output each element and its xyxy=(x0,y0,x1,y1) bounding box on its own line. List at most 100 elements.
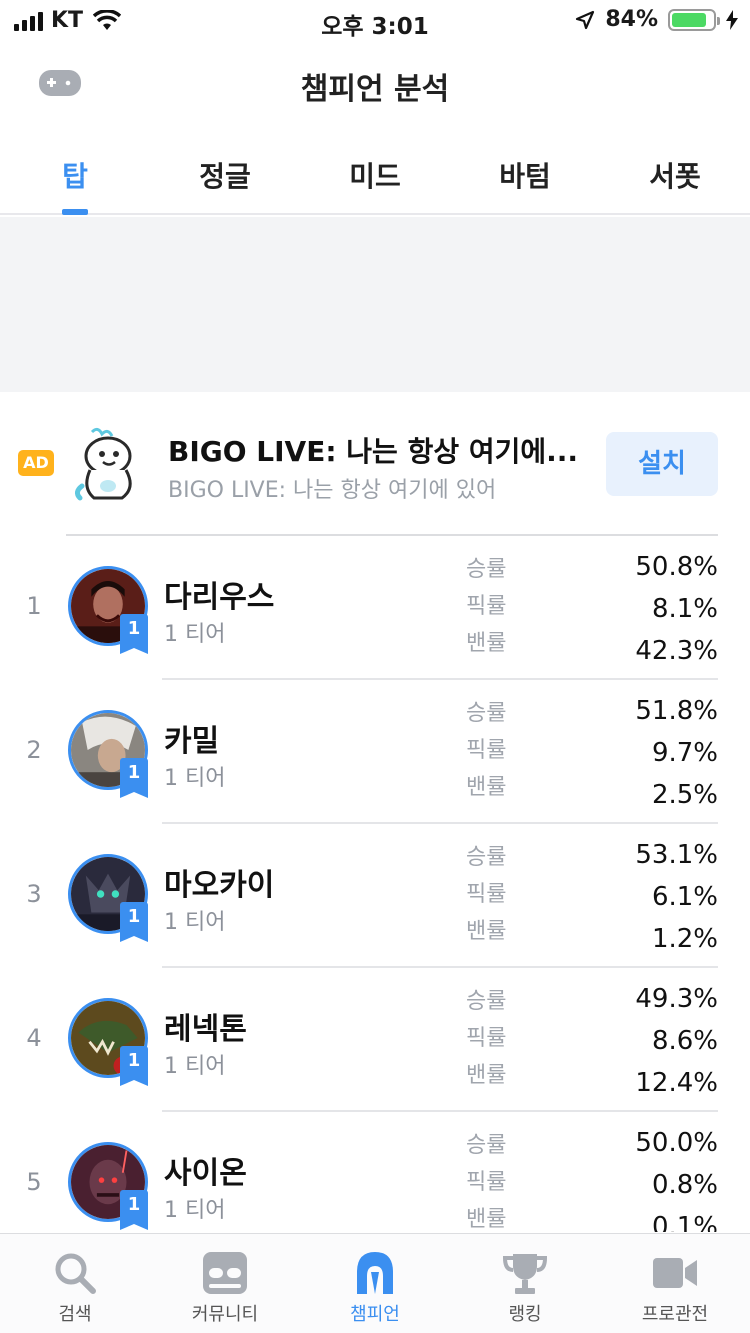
champion-tier: 1 티어 xyxy=(164,910,226,935)
stat-labels: 승률 픽률 밴률 xyxy=(466,558,536,669)
ban-rate-label: 밴률 xyxy=(466,631,507,656)
nav-community[interactable]: 커뮤니티 xyxy=(150,1234,300,1333)
pick-rate-value: 0.8% xyxy=(651,1170,718,1200)
nav-champion[interactable]: 챔피언 xyxy=(300,1234,450,1333)
banner-placeholder xyxy=(0,217,750,392)
nav-label: 랭킹 xyxy=(508,1304,542,1325)
tier-badge: 1 xyxy=(120,1046,148,1086)
champion-list: 1 1 다리우스 1 티어 승률 픽률 밴률 50.8% 8.1% 42.3% … xyxy=(0,536,750,1232)
tab-mid[interactable]: 미드 xyxy=(300,135,450,213)
champion-helmet-icon xyxy=(357,1252,393,1294)
ad-subtitle: BIGO LIVE: 나는 항상 여기에 있어 xyxy=(168,478,497,503)
pick-rate-label: 픽률 xyxy=(466,1026,507,1051)
pick-rate-value: 8.1% xyxy=(651,594,718,624)
pick-rate-value: 9.7% xyxy=(651,738,718,768)
champion-row[interactable]: 5 1 사이온 1 티어 승률 픽률 밴률 50.0% 0.8% 0.1% xyxy=(0,1112,750,1232)
ban-rate-label: 밴률 xyxy=(466,775,507,800)
community-mask-icon xyxy=(203,1252,247,1294)
trophy-icon xyxy=(502,1254,548,1294)
tab-top[interactable]: 탑 xyxy=(0,135,150,215)
win-rate-value: 53.1% xyxy=(635,840,718,870)
champion-row[interactable]: 4 1 레넥톤 1 티어 승률 픽률 밴률 49.3% 8.6% 12.4% xyxy=(0,968,750,1112)
stat-values: 51.8% 9.7% 2.5% xyxy=(578,696,718,822)
pick-rate-label: 픽률 xyxy=(466,594,507,619)
champion-tier: 1 티어 xyxy=(164,1054,226,1079)
position-tabs: 탑 정글 미드 바텀 서폿 xyxy=(0,135,750,215)
win-rate-label: 승률 xyxy=(466,1133,507,1158)
header: 챔피언 분석 xyxy=(0,40,750,130)
champion-name: 카밀 xyxy=(164,724,220,759)
champion-rank: 2 xyxy=(26,736,42,764)
battery-percent: 84% xyxy=(605,7,658,32)
nav-label: 커뮤니티 xyxy=(191,1304,259,1325)
champion-row[interactable]: 2 1 카밀 1 티어 승률 픽률 밴률 51.8% 9.7% 2.5% xyxy=(0,680,750,824)
stat-values: 53.1% 6.1% 1.2% xyxy=(578,840,718,966)
win-rate-value: 50.8% xyxy=(635,552,718,582)
ad-badge: AD xyxy=(18,450,54,476)
pick-rate-value: 6.1% xyxy=(651,882,718,912)
status-bar: KT 오후 3:01 84% xyxy=(0,0,750,40)
nav-search[interactable]: 검색 xyxy=(0,1234,150,1333)
champion-row[interactable]: 3 1 마오카이 1 티어 승률 픽률 밴률 53.1% 6.1% 1.2% xyxy=(0,824,750,968)
champion-name: 레넥톤 xyxy=(164,1012,247,1047)
pick-rate-label: 픽률 xyxy=(466,1170,507,1195)
champion-rank: 1 xyxy=(26,592,42,620)
ban-rate-value: 12.4% xyxy=(635,1068,718,1098)
tier-badge: 1 xyxy=(120,902,148,942)
champion-rank: 3 xyxy=(26,880,42,908)
tier-badge: 1 xyxy=(120,614,148,654)
bigo-mascot-icon xyxy=(74,427,132,501)
pick-rate-label: 픽률 xyxy=(466,882,507,907)
stat-labels: 승률 픽률 밴률 xyxy=(466,846,536,957)
win-rate-label: 승률 xyxy=(466,989,507,1014)
install-button[interactable]: 설치 xyxy=(606,432,718,496)
video-camera-icon xyxy=(653,1258,697,1288)
page-title: 챔피언 분석 xyxy=(300,72,450,107)
champion-tier: 1 티어 xyxy=(164,1198,226,1223)
champion-tier: 1 티어 xyxy=(164,766,226,791)
champion-name: 마오카이 xyxy=(164,868,275,903)
location-arrow-icon xyxy=(576,10,595,29)
stat-values: 50.0% 0.8% 0.1% xyxy=(578,1128,718,1232)
win-rate-value: 49.3% xyxy=(635,984,718,1014)
ad-row[interactable]: AD BIGO LIVE: 나는 항상 여기에... BIGO LIVE: 나는… xyxy=(0,392,750,534)
stat-labels: 승률 픽률 밴률 xyxy=(466,702,536,813)
win-rate-label: 승률 xyxy=(466,557,507,582)
pick-rate-value: 8.6% xyxy=(651,1026,718,1056)
champion-name: 사이온 xyxy=(164,1156,247,1191)
search-icon xyxy=(55,1253,96,1294)
ban-rate-label: 밴률 xyxy=(466,1063,507,1088)
ban-rate-label: 밴률 xyxy=(466,1207,507,1232)
ban-rate-value: 0.1% xyxy=(651,1212,718,1232)
win-rate-label: 승률 xyxy=(466,701,507,726)
champion-name: 다리우스 xyxy=(164,580,275,615)
champion-tier: 1 티어 xyxy=(164,622,226,647)
pick-rate-label: 픽률 xyxy=(466,738,507,763)
bottom-nav: 검색 커뮤니티 챔피언 랭킹 프로관전 xyxy=(0,1233,750,1333)
tier-badge: 1 xyxy=(120,758,148,798)
champion-rank: 4 xyxy=(26,1024,42,1052)
ban-rate-label: 밴률 xyxy=(466,919,507,944)
champion-rank: 5 xyxy=(26,1168,42,1196)
ban-rate-value: 42.3% xyxy=(635,636,718,666)
win-rate-label: 승률 xyxy=(466,845,507,870)
stat-values: 50.8% 8.1% 42.3% xyxy=(578,552,718,678)
ad-title: BIGO LIVE: 나는 항상 여기에... xyxy=(168,435,579,468)
nav-ranking[interactable]: 랭킹 xyxy=(450,1234,600,1333)
win-rate-value: 51.8% xyxy=(635,696,718,726)
tab-bottom[interactable]: 바텀 xyxy=(450,135,600,213)
nav-pro-watch[interactable]: 프로관전 xyxy=(600,1234,750,1333)
stat-labels: 승률 픽률 밴률 xyxy=(466,1134,536,1232)
champion-row[interactable]: 1 1 다리우스 1 티어 승률 픽률 밴률 50.8% 8.1% 42.3% xyxy=(0,536,750,680)
tier-badge: 1 xyxy=(120,1190,148,1230)
charging-bolt-icon xyxy=(726,9,738,30)
status-right: 84% xyxy=(575,7,738,32)
nav-label: 프로관전 xyxy=(641,1304,709,1325)
stat-values: 49.3% 8.6% 12.4% xyxy=(578,984,718,1110)
tab-support[interactable]: 서폿 xyxy=(600,135,750,213)
battery-icon xyxy=(668,8,720,31)
nav-label: 검색 xyxy=(58,1304,92,1325)
stat-labels: 승률 픽률 밴률 xyxy=(466,990,536,1101)
ban-rate-value: 2.5% xyxy=(651,780,718,810)
tab-jungle[interactable]: 정글 xyxy=(150,135,300,213)
